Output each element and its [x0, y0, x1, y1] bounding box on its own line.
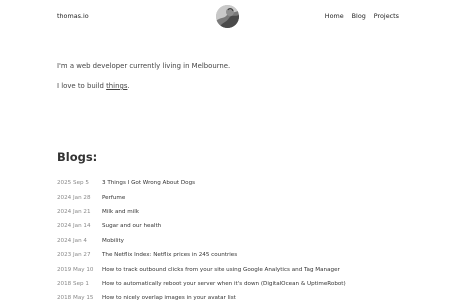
intro-suffix: . — [127, 81, 130, 90]
site-header: thomas.io Home Blog Projects — [0, 0, 456, 34]
intro-prefix: I love to build — [57, 81, 107, 90]
list-item: 2024 Jan 14 Sugar and our health — [57, 219, 447, 233]
list-item: 2023 Jan 27 The Netflix Index: Netflix p… — [57, 248, 447, 262]
list-item: 2019 May 10 How to track outbound clicks… — [57, 262, 447, 276]
list-item: 2018 Sep 1 How to automatically reboot y… — [57, 277, 447, 291]
list-item: 2024 Jan 21 Milk and milk — [57, 205, 447, 219]
intro-text-2: I love to build things. — [57, 81, 230, 90]
avatar[interactable] — [216, 5, 239, 28]
post-link[interactable]: Perfume — [102, 195, 125, 201]
nav-projects-link[interactable]: Projects — [374, 12, 399, 20]
post-link[interactable]: How to nicely overlap images in your ava… — [102, 295, 236, 301]
list-item: 2024 Jan 4 Mobility — [57, 234, 447, 248]
post-date: 2024 Jan 28 — [57, 194, 91, 201]
post-link[interactable]: How to track outbound clicks from your s… — [102, 267, 340, 273]
post-link[interactable]: The Netflix Index: Netflix prices in 245… — [102, 252, 237, 258]
intro-text: I'm a web developer currently living in … — [57, 62, 231, 70]
post-link[interactable]: 3 Things I Got Wrong About Dogs — [102, 180, 195, 186]
blog-list: 2025 Sep 5 3 Things I Got Wrong About Do… — [57, 176, 447, 306]
main-nav: Home Blog Projects — [325, 12, 399, 20]
post-date: 2024 Jan 4 — [57, 237, 87, 244]
intro-section: I'm a web developer currently living in … — [57, 63, 230, 90]
post-date: 2024 Jan 14 — [57, 223, 91, 230]
post-date: 2024 Jan 21 — [57, 208, 91, 215]
post-date: 2019 May 10 — [57, 266, 94, 273]
nav-home-link[interactable]: Home — [325, 12, 344, 20]
things-link[interactable]: things — [106, 82, 127, 90]
post-link[interactable]: Milk and milk — [102, 209, 139, 215]
site-name-link[interactable]: thomas.io — [57, 12, 89, 20]
post-date: 2025 Sep 5 — [57, 180, 89, 187]
list-item: 2018 May 15 How to nicely overlap images… — [57, 291, 447, 305]
nav-blog-link[interactable]: Blog — [352, 12, 366, 20]
list-item: 2025 Sep 5 3 Things I Got Wrong About Do… — [57, 176, 447, 190]
list-item: 2024 Jan 28 Perfume — [57, 190, 447, 204]
avatar-photo-icon — [216, 5, 239, 28]
post-date: 2018 May 15 — [57, 295, 94, 302]
post-date: 2023 Jan 27 — [57, 252, 91, 259]
post-link[interactable]: How to automatically reboot your server … — [102, 281, 346, 287]
blogs-heading: Blogs: — [57, 150, 98, 164]
post-link[interactable]: Mobility — [102, 238, 124, 244]
post-date: 2018 Sep 1 — [57, 280, 89, 287]
post-link[interactable]: Sugar and our health — [102, 223, 161, 229]
